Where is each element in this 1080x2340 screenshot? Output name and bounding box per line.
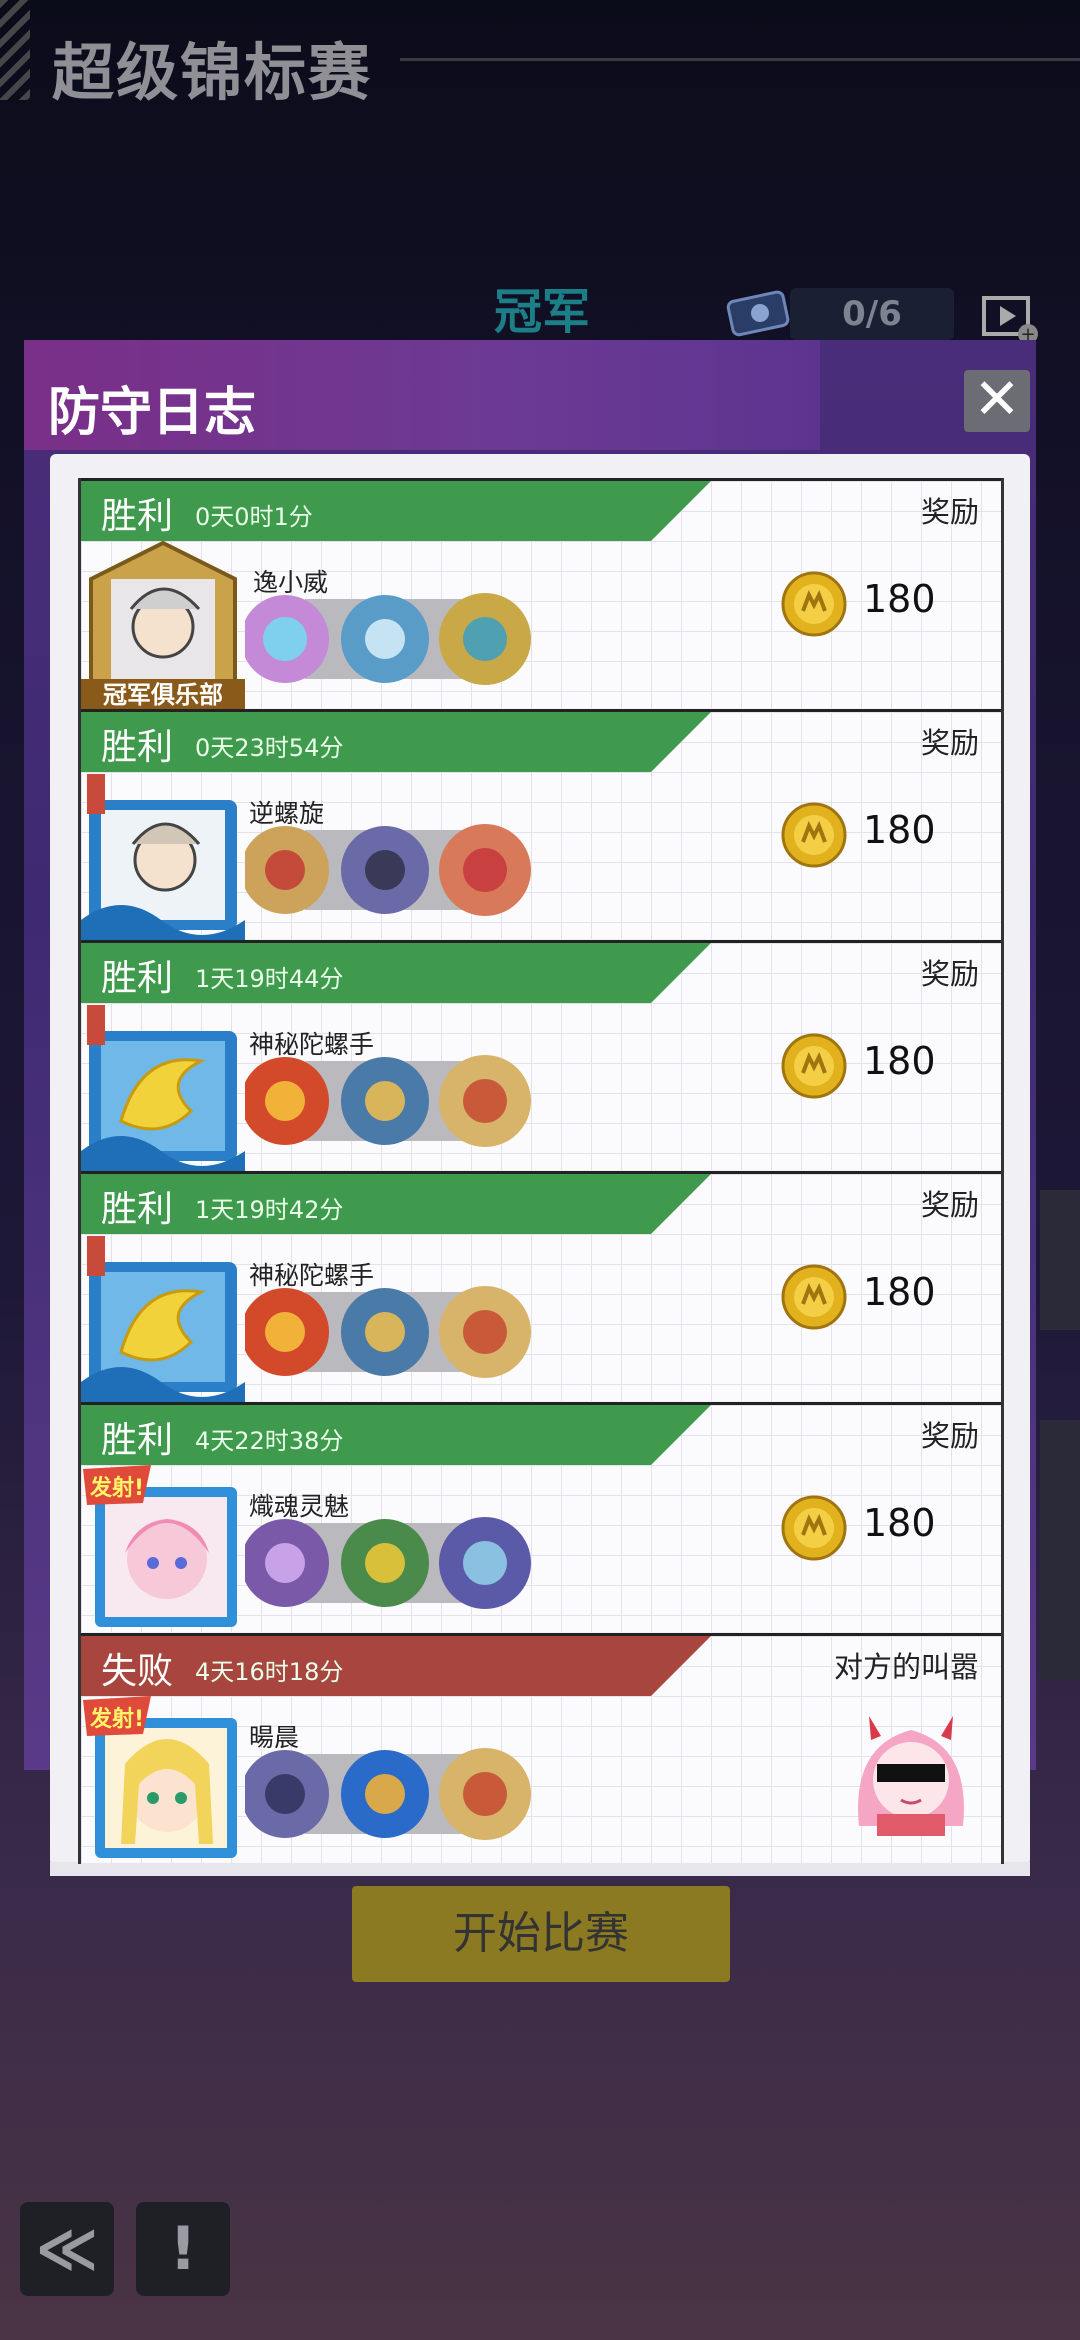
spinning-top-icon [439, 1517, 531, 1609]
result-banner: 胜利 0天23时54分 [81, 712, 711, 772]
modal-title: 防守日志 [48, 383, 257, 443]
spinning-top-icon [341, 1750, 429, 1838]
result-label: 胜利 [101, 1189, 174, 1230]
reward-label: 奖励 [920, 1188, 979, 1222]
reward-amount: 180 [863, 808, 936, 852]
side-panel-edge [1040, 1420, 1080, 1680]
spinning-top-icon [245, 595, 329, 683]
result-label: 失败 [101, 1651, 174, 1692]
reward-label: 奖励 [920, 495, 979, 529]
close-button[interactable]: ✕ [964, 370, 1030, 432]
result-banner: 胜利 4天22时38分 [81, 1405, 711, 1465]
result-label: 胜利 [101, 496, 174, 537]
reward-label: 奖励 [920, 726, 979, 760]
club-badge-text: 冠军俱乐部 [103, 681, 223, 709]
spinning-tops-lineup [245, 1517, 531, 1609]
spinning-tops-lineup [245, 1286, 531, 1378]
log-entry: 胜利 4天22时38分 奖励 发射! 熾魂灵魅 180 [81, 1402, 1001, 1632]
elapsed-time: 0天0时1分 [195, 503, 313, 531]
elapsed-time: 1天19时42分 [195, 1196, 344, 1224]
elapsed-time: 1天19时44分 [195, 965, 344, 993]
log-entry: 失败 4天16时18分 对方的叫嚣 发射! 暘晨 [81, 1633, 1001, 1863]
ticket-icon [726, 290, 790, 337]
spinning-top-icon [341, 826, 429, 914]
gold-coin-icon [781, 571, 847, 637]
spinning-top-icon [245, 1519, 329, 1607]
gold-coin-icon [781, 802, 847, 868]
log-entry: 胜利 1天19时44分 奖励 神秘陀螺手 180 [81, 940, 1001, 1173]
spinning-top-icon [245, 1057, 329, 1145]
reward-label: 奖励 [920, 1419, 979, 1453]
title-decoration [0, 0, 30, 100]
spinning-top-icon [439, 1286, 531, 1378]
reward-amount: 180 [863, 577, 936, 621]
spinning-tops-lineup [245, 1748, 531, 1840]
log-entry: 胜利 1天19时42分 奖励 神秘陀螺手 180 [81, 1171, 1001, 1404]
result-banner: 胜利 0天0时1分 [81, 481, 711, 541]
spinning-top-icon [341, 1288, 429, 1376]
elapsed-time: 0天23时54分 [195, 734, 344, 762]
side-panel-edge [1040, 1190, 1080, 1330]
title-divider [400, 58, 1080, 61]
page-title: 超级锦标赛 [52, 36, 373, 109]
reward-amount: 180 [863, 1501, 936, 1545]
spinning-top-icon [245, 1750, 329, 1838]
info-button[interactable]: ! [136, 2202, 230, 2296]
spinning-tops-lineup [245, 824, 531, 916]
spinning-top-icon [439, 1055, 531, 1147]
player-avatar[interactable] [81, 1001, 245, 1173]
taunt-emote-icon [858, 1716, 964, 1836]
gold-coin-icon [781, 1264, 847, 1330]
spinning-top-icon [341, 1519, 429, 1607]
elapsed-time: 4天22时38分 [195, 1427, 344, 1455]
spinning-top-icon [439, 824, 531, 916]
ticket-counter: 0/6 [790, 288, 954, 340]
spinning-top-icon [341, 1057, 429, 1145]
video-ad-icon[interactable]: + [980, 290, 1040, 346]
reward-label: 奖励 [920, 957, 979, 991]
result-label: 胜利 [101, 1420, 174, 1461]
panel-bottom-edge [50, 1862, 1030, 1876]
spinning-top-icon [439, 1748, 531, 1840]
log-entry: 胜利 0天23时54分 奖励 逆螺旋 180 [81, 709, 1001, 942]
elapsed-time: 4天16时18分 [195, 1658, 344, 1686]
player-avatar[interactable]: 冠军俱乐部 [81, 539, 245, 711]
result-banner: 胜利 1天19时42分 [81, 1174, 711, 1234]
player-avatar[interactable]: 发射! [81, 1463, 245, 1635]
result-label: 胜利 [101, 958, 174, 999]
back-button[interactable]: ≪ [20, 2202, 114, 2296]
spinning-top-icon [245, 826, 329, 914]
launch-badge-text: 发射! [89, 1475, 144, 1501]
spinning-top-icon [439, 593, 531, 685]
champion-label: 冠军 [494, 284, 591, 340]
spinning-top-icon [245, 1288, 329, 1376]
result-banner: 胜利 1天19时44分 [81, 943, 711, 1003]
gold-coin-icon [781, 1033, 847, 1099]
launch-badge-text: 发射! [89, 1706, 144, 1732]
result-banner: 失败 4天16时18分 [81, 1636, 711, 1696]
spinning-tops-lineup [245, 593, 531, 685]
reward-amount: 180 [863, 1039, 936, 1083]
spinning-tops-lineup [245, 1055, 531, 1147]
result-label: 胜利 [101, 727, 174, 768]
gold-coin-icon [781, 1495, 847, 1561]
taunt-label: 对方的叫嚣 [833, 1650, 979, 1684]
player-avatar[interactable] [81, 1232, 245, 1404]
start-match-button[interactable]: 开始比赛 [352, 1886, 730, 1982]
spinning-top-icon [341, 595, 429, 683]
player-avatar[interactable]: 发射! [81, 1694, 245, 1864]
player-avatar[interactable] [81, 770, 245, 942]
defense-log-list[interactable]: 胜利 0天0时1分 奖励 冠军俱乐部 逸小威 180 胜利 0天23时54分 奖… [78, 478, 1004, 1864]
log-entry: 胜利 0天0时1分 奖励 冠军俱乐部 逸小威 180 [81, 478, 1001, 711]
reward-amount: 180 [863, 1270, 936, 1314]
